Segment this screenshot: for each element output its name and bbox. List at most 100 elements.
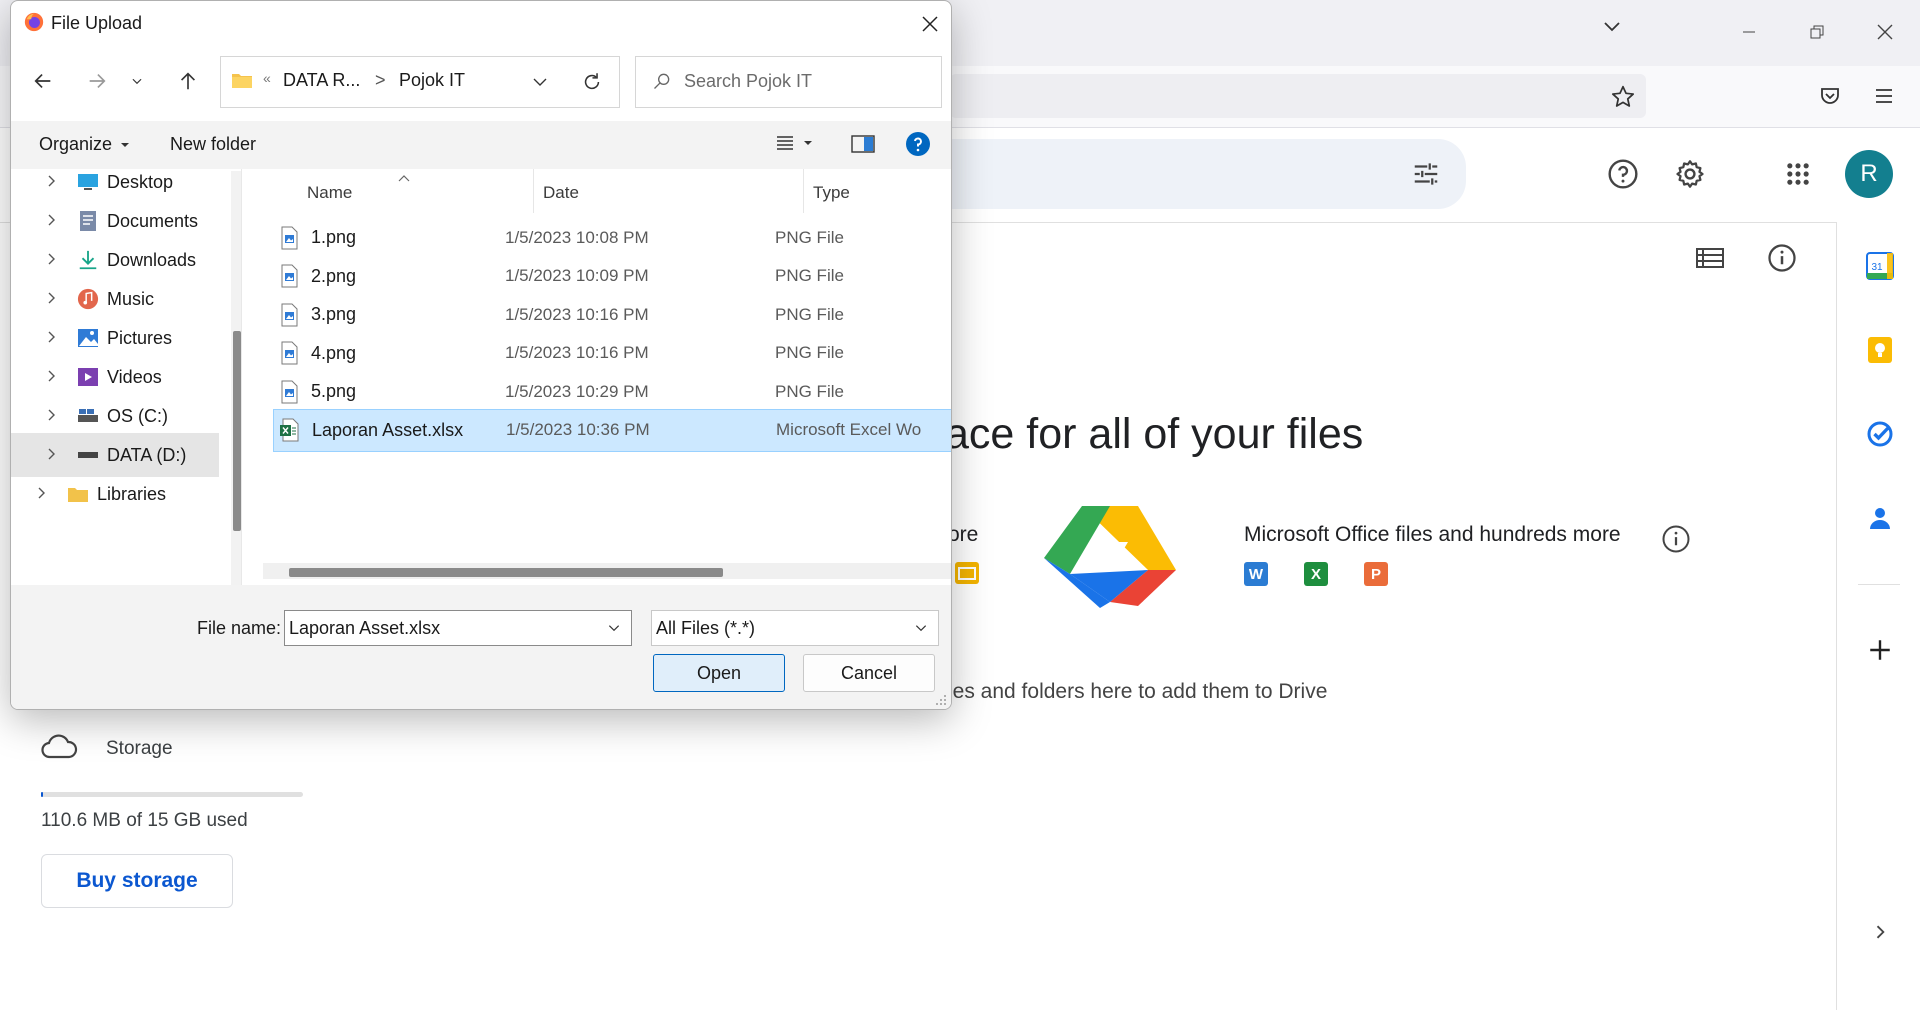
- nav-item-label: OS (C:): [107, 405, 168, 426]
- recent-locations-button[interactable]: [126, 64, 148, 98]
- bookmark-star-button[interactable]: [1610, 84, 1636, 115]
- file-row[interactable]: 5.png 1/5/2023 10:29 PM PNG File: [273, 371, 951, 412]
- help-button[interactable]: [905, 131, 931, 162]
- support-button[interactable]: [1605, 156, 1641, 192]
- help-icon: [1608, 159, 1638, 189]
- new-folder-button[interactable]: New folder: [170, 134, 256, 155]
- restore-button[interactable]: [1794, 12, 1840, 52]
- image-file-icon: [279, 226, 299, 250]
- expand-chevron-icon[interactable]: [47, 369, 65, 386]
- file-date: 1/5/2023 10:16 PM: [505, 304, 649, 324]
- column-separator[interactable]: [803, 169, 804, 213]
- column-header-name[interactable]: Name: [307, 183, 352, 203]
- expand-chevron-icon[interactable]: [47, 408, 65, 425]
- nav-item-pictures[interactable]: Pictures: [11, 316, 219, 360]
- expand-chevron-icon[interactable]: [47, 213, 65, 230]
- column-header-type[interactable]: Type: [813, 183, 850, 203]
- dialog-search-box[interactable]: Search Pojok IT: [635, 56, 942, 108]
- up-button[interactable]: [171, 64, 205, 98]
- file-type-select[interactable]: All Files (*.*): [651, 610, 939, 646]
- tune-icon: [1414, 163, 1438, 185]
- tasks-app-button[interactable]: [1864, 418, 1896, 450]
- nav-item-label: Videos: [107, 366, 162, 387]
- column-header-date[interactable]: Date: [543, 183, 579, 203]
- calendar-app-button[interactable]: 31: [1864, 250, 1896, 282]
- arrow-left-icon: [34, 73, 51, 89]
- column-separator[interactable]: [533, 169, 534, 213]
- nav-item-libraries[interactable]: Libraries: [11, 472, 209, 516]
- file-date: 1/5/2023 10:36 PM: [506, 420, 650, 439]
- get-add-ons-button[interactable]: [1864, 634, 1896, 666]
- breadcrumb-overflow[interactable]: «: [263, 70, 271, 86]
- expand-chevron-icon[interactable]: [37, 486, 55, 503]
- file-row[interactable]: 3.png 1/5/2023 10:16 PM PNG File: [273, 294, 951, 335]
- nav-item-music[interactable]: Music: [11, 277, 219, 321]
- buy-storage-button[interactable]: Buy storage: [41, 854, 233, 908]
- refresh-button[interactable]: [579, 69, 605, 95]
- file-row[interactable]: 2.png 1/5/2023 10:09 PM PNG File: [273, 256, 951, 297]
- app-menu-button[interactable]: [1872, 84, 1896, 113]
- view-details-button[interactable]: [1766, 242, 1798, 274]
- storage-used-text: 110.6 MB of 15 GB used: [41, 810, 248, 831]
- ms-office-info-button[interactable]: [1660, 523, 1692, 555]
- cancel-button[interactable]: Cancel: [803, 654, 935, 692]
- file-type: PNG File: [775, 266, 844, 285]
- file-row[interactable]: 4.png 1/5/2023 10:16 PM PNG File: [273, 333, 951, 374]
- back-button[interactable]: [26, 64, 60, 98]
- search-options-button[interactable]: [1408, 156, 1444, 192]
- nav-item-label: Downloads: [107, 249, 197, 270]
- contacts-app-button[interactable]: [1864, 502, 1896, 534]
- expand-chevron-icon[interactable]: [47, 174, 65, 191]
- forward-button[interactable]: [80, 64, 114, 98]
- open-button[interactable]: Open: [653, 654, 785, 692]
- breadcrumb-separator[interactable]: >: [375, 70, 386, 91]
- nav-item-documents[interactable]: Documents: [11, 199, 219, 243]
- breadcrumb-parent[interactable]: DATA R...: [283, 70, 360, 91]
- expand-chevron-icon[interactable]: [47, 291, 65, 308]
- storage-label[interactable]: Storage: [106, 738, 173, 760]
- breadcrumb-current[interactable]: Pojok IT: [399, 70, 465, 91]
- expand-chevron-icon[interactable]: [47, 447, 65, 464]
- file-row[interactable]: Laporan Asset.xlsx 1/5/2023 10:36 PM Micro…: [273, 408, 951, 452]
- refresh-icon: [584, 73, 600, 90]
- google-apps-button[interactable]: [1780, 156, 1816, 192]
- address-history-button[interactable]: [527, 69, 553, 95]
- column-headers: Name Date Type: [245, 169, 951, 213]
- keep-app-button[interactable]: [1864, 334, 1896, 366]
- nav-item-desktop[interactable]: Desktop: [11, 160, 219, 204]
- nav-item-downloads[interactable]: Downloads: [11, 238, 219, 282]
- file-row[interactable]: 1.png 1/5/2023 10:08 PM PNG File: [273, 217, 951, 258]
- expand-chevron-icon[interactable]: [47, 252, 65, 269]
- hamburger-menu-icon: [1876, 89, 1892, 103]
- chevron-down-icon[interactable]: [607, 621, 621, 635]
- minimize-button[interactable]: [1726, 12, 1772, 52]
- url-bar[interactable]: [950, 74, 1646, 118]
- chevron-down-icon: [533, 78, 547, 86]
- nav-item-drive-c[interactable]: OS (C:): [11, 394, 219, 438]
- file-list-scrollbar-thumb[interactable]: [289, 568, 723, 577]
- show-side-panel-button[interactable]: [1864, 916, 1896, 948]
- nav-scrollbar-thumb[interactable]: [233, 331, 241, 531]
- file-name-combobox[interactable]: Laporan Asset.xlsx: [284, 610, 632, 646]
- file-name-label: File name:: [197, 618, 282, 638]
- list-all-tabs-button[interactable]: [1600, 14, 1624, 43]
- close-window-button[interactable]: [1862, 12, 1908, 52]
- resize-grip[interactable]: [935, 693, 947, 709]
- downloads-icon: [77, 249, 99, 271]
- preview-pane-button[interactable]: [851, 134, 875, 159]
- account-avatar[interactable]: R: [1845, 150, 1893, 198]
- nav-item-label: Pictures: [107, 327, 173, 348]
- nav-item-videos[interactable]: Videos: [11, 355, 219, 399]
- file-name-input[interactable]: Laporan Asset.xlsx: [289, 618, 607, 639]
- address-bar[interactable]: « DATA R... > Pojok IT: [220, 56, 620, 108]
- settings-button[interactable]: [1672, 156, 1708, 192]
- pocket-button[interactable]: [1818, 84, 1842, 113]
- dialog-close-button[interactable]: [915, 9, 945, 39]
- nav-item-drive-d[interactable]: DATA (D:): [11, 433, 219, 477]
- list-layout-button[interactable]: [1694, 242, 1726, 274]
- plus-icon: [1870, 640, 1890, 660]
- drive-search-bar[interactable]: [930, 139, 1466, 209]
- change-view-button[interactable]: [775, 134, 813, 152]
- organize-button[interactable]: Organize: [39, 134, 130, 155]
- expand-chevron-icon[interactable]: [47, 330, 65, 347]
